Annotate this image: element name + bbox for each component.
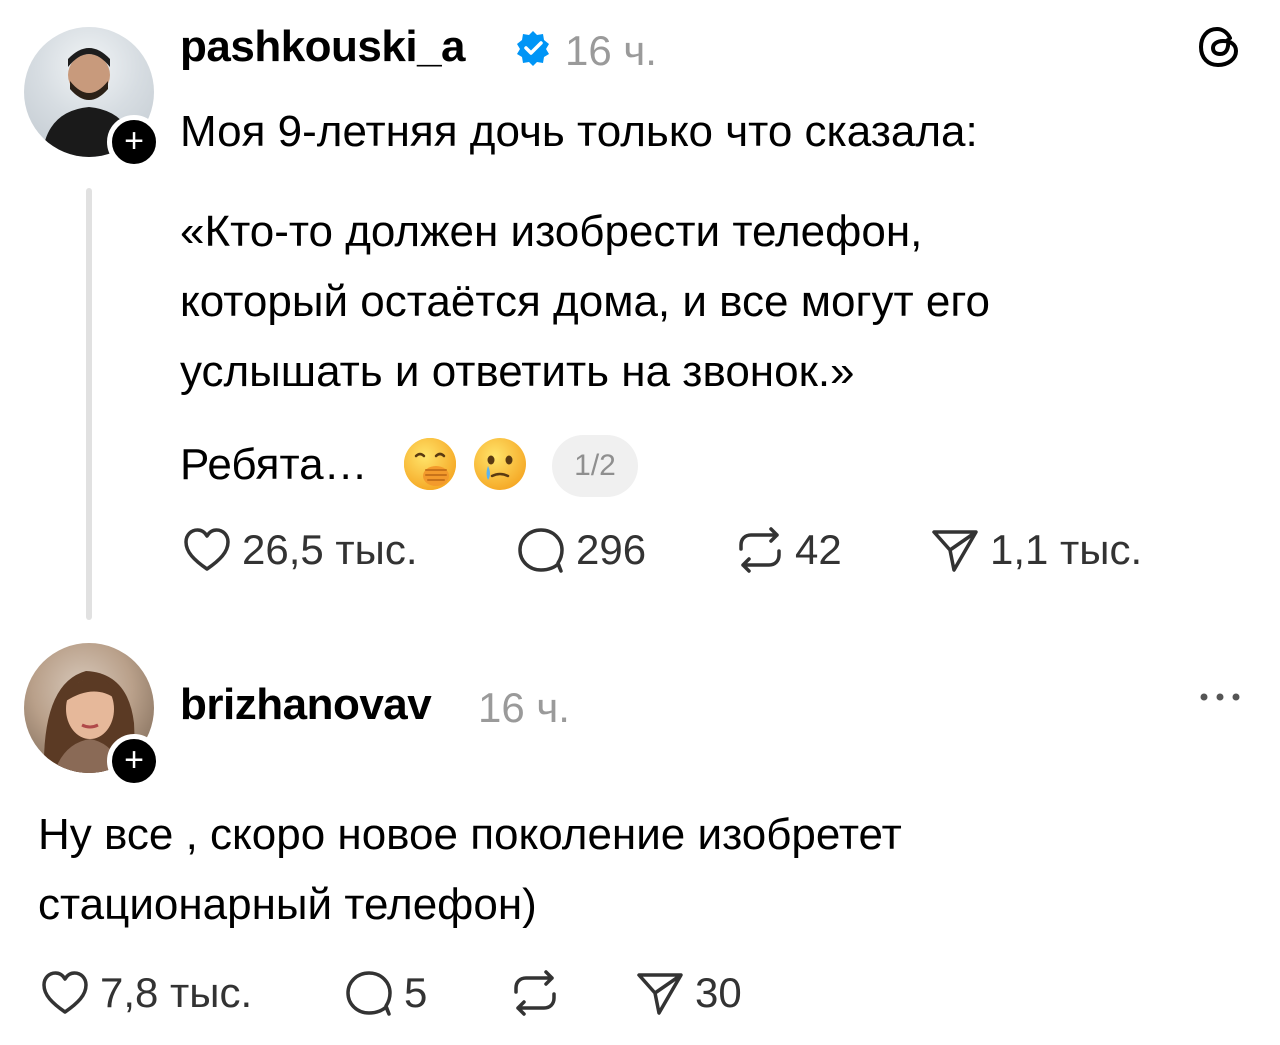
reply-repost-button[interactable] <box>508 966 562 1020</box>
follow-author-button[interactable]: + <box>107 115 161 169</box>
post-timestamp: 16 ч. <box>565 27 657 74</box>
reply-username[interactable]: brizhanovav <box>180 680 432 730</box>
quote-line: который остаётся дома, и все могут его <box>180 277 990 326</box>
reply-count: 296 <box>576 526 647 573</box>
share-icon <box>932 530 978 572</box>
threads-logo-icon[interactable] <box>1196 24 1242 70</box>
reply-timestamp: 16 ч. <box>478 684 570 731</box>
reply-text-line: стационарный телефон) <box>38 880 537 929</box>
face-with-hand-over-mouth-icon <box>404 438 456 490</box>
more-icon[interactable] <box>1196 685 1244 709</box>
post-text-closing: Ребята… <box>180 440 368 489</box>
reply-reply-button[interactable]: 5 <box>342 966 427 1020</box>
reply-button[interactable]: 296 <box>514 523 646 577</box>
reply-share-button[interactable]: 30 <box>633 966 742 1020</box>
like-button[interactable]: 26,5 тыс. <box>180 523 418 577</box>
reply-share-count: 30 <box>695 969 742 1016</box>
follow-reply-author-button[interactable]: + <box>107 734 161 788</box>
reply-text-line: Ну все , скоро новое поколение изобретет <box>38 810 902 859</box>
post-quote: «Кто-то должен изобрести телефон, которы… <box>180 197 1180 407</box>
author-username[interactable]: pashkouski_a <box>180 22 466 72</box>
quote-line: «Кто-то должен изобрести телефон, <box>180 207 923 256</box>
repost-icon <box>739 527 781 573</box>
share-count: 1,1 тыс. <box>990 526 1143 573</box>
verified-badge-icon <box>517 31 549 66</box>
repost-icon <box>514 970 556 1016</box>
heart-icon <box>184 528 230 571</box>
heart-icon <box>42 971 88 1014</box>
thread-connector-line <box>86 188 92 620</box>
threads-screen: + pashkouski_a 16 ч. Моя 9-летняя дочь т… <box>0 0 1280 1045</box>
share-button[interactable]: 1,1 тыс. <box>928 523 1142 577</box>
post-text-intro: Моя 9-летняя дочь только что сказала: <box>180 107 978 156</box>
like-count: 26,5 тыс. <box>242 526 418 573</box>
repost-count: 42 <box>795 526 842 573</box>
reply-text: Ну все , скоро новое поколение изобретет… <box>38 800 902 940</box>
reply-like-button[interactable]: 7,8 тыс. <box>38 966 252 1020</box>
media-page-counter: 1/2 <box>552 435 638 497</box>
reply-reply-count: 5 <box>404 969 428 1016</box>
face-holding-back-tears-icon <box>474 438 526 490</box>
repost-button[interactable]: 42 <box>733 523 842 577</box>
comment-icon <box>346 971 392 1016</box>
comment-icon <box>518 528 564 573</box>
quote-line: услышать и ответить на звонок.» <box>180 347 855 396</box>
reply-like-count: 7,8 тыс. <box>100 969 253 1016</box>
share-icon <box>637 973 683 1015</box>
